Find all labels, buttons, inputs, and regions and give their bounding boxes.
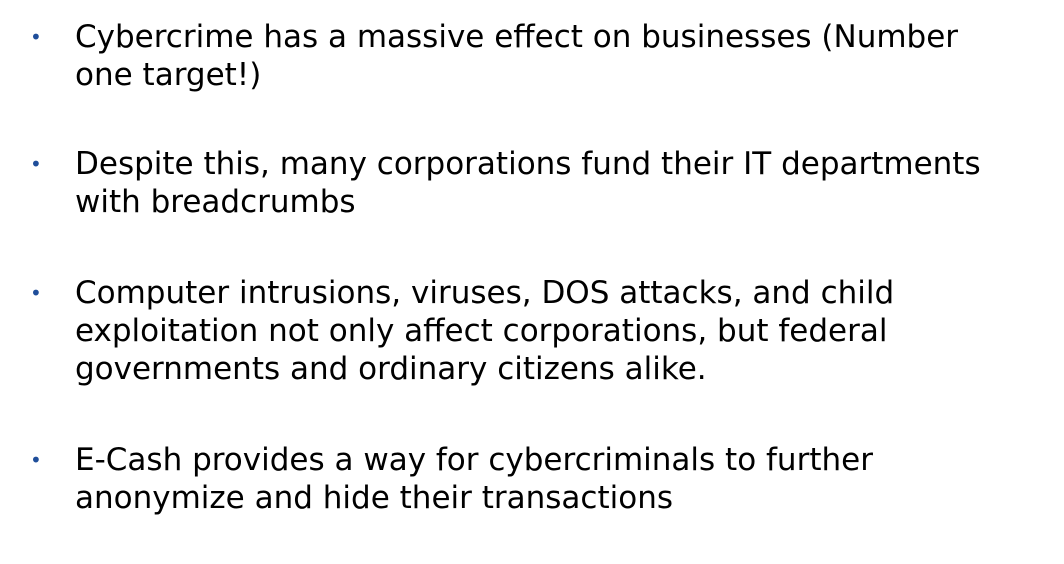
- bullet-text: Computer intrusions, viruses, DOS attack…: [75, 274, 1035, 388]
- bullet-marker: •: [30, 25, 42, 49]
- bullet-text: Despite this, many corporations fund the…: [75, 145, 1035, 221]
- bullet-line: E-Cash provides a way for cybercriminals…: [75, 442, 873, 478]
- bullet-line: anonymize and hide their transactions: [75, 480, 674, 516]
- bullet-line: governments and ordinary citizens alike.: [75, 351, 707, 387]
- slide: • Cybercrime has a massive effect on bus…: [0, 0, 1064, 564]
- bullet-line: one target!): [75, 57, 262, 93]
- bullet-line: exploitation not only affect corporation…: [75, 313, 888, 349]
- bullet-text: E-Cash provides a way for cybercriminals…: [75, 441, 1035, 517]
- bullet-line: Computer intrusions, viruses, DOS attack…: [75, 275, 895, 311]
- bullet-line: Cybercrime has a massive effect on busin…: [75, 19, 959, 55]
- bullet-line: Despite this, many corporations fund the…: [75, 146, 981, 182]
- bullet-marker: •: [30, 448, 42, 472]
- bullet-marker: •: [30, 152, 42, 176]
- bullet-marker: •: [30, 281, 42, 305]
- bullet-line: with breadcrumbs: [75, 184, 356, 220]
- bullet-text: Cybercrime has a massive effect on busin…: [75, 18, 1035, 94]
